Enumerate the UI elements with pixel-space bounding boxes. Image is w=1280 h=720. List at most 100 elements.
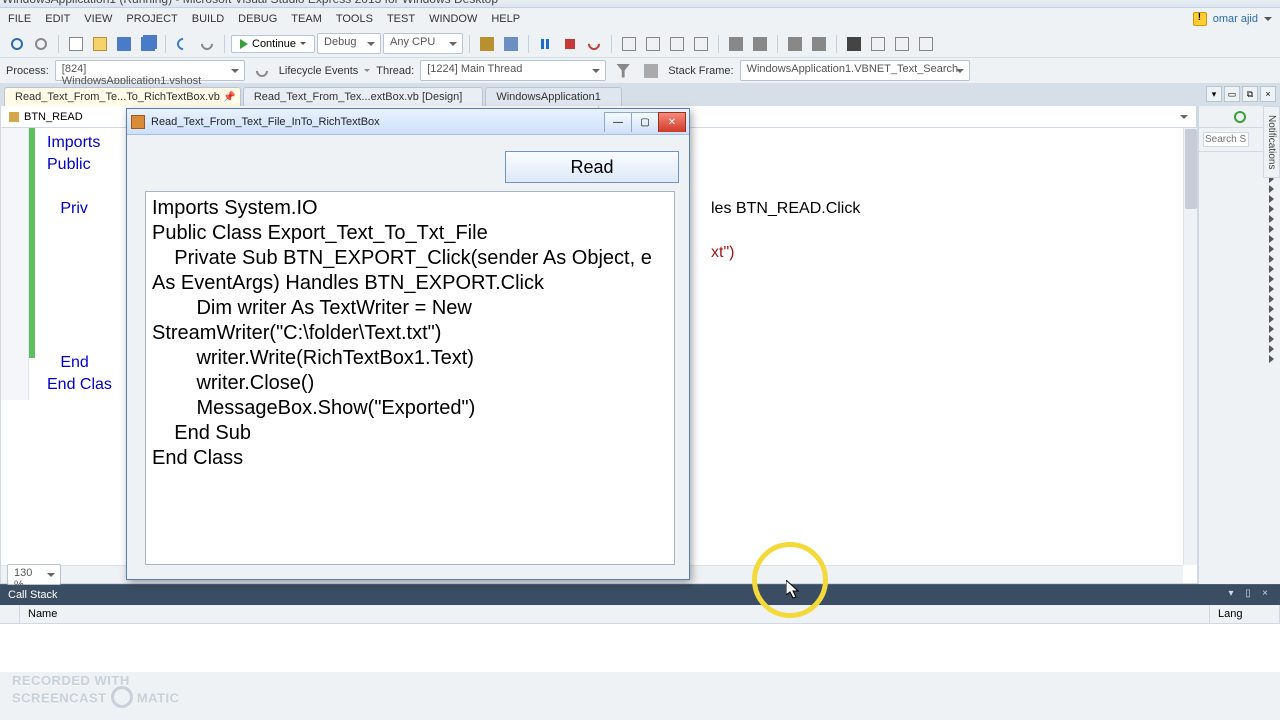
tree-node[interactable] (1199, 314, 1280, 324)
solution-tree[interactable] (1199, 152, 1280, 584)
account-user[interactable]: omar ajid (1193, 12, 1272, 26)
tree-node[interactable] (1199, 204, 1280, 214)
tool-button[interactable] (891, 33, 913, 55)
home-icon[interactable] (1229, 106, 1251, 128)
rich-text-box[interactable]: Imports System.IO Public Class Export_Te… (145, 191, 675, 565)
chevron-right-icon (1269, 355, 1274, 363)
tool-button[interactable] (725, 33, 747, 55)
tab-maximize[interactable]: ▭ (1224, 86, 1240, 102)
tab-dropdown[interactable]: ▾ (1206, 86, 1222, 102)
menu-project[interactable]: PROJECT (126, 13, 177, 25)
tool-button[interactable] (915, 33, 937, 55)
nav-fwd-button[interactable] (30, 33, 52, 55)
menu-team[interactable]: TEAM (291, 13, 322, 25)
tool-button[interactable] (808, 33, 830, 55)
platform-dropdown[interactable]: Any CPU (383, 33, 463, 54)
tree-node[interactable] (1199, 234, 1280, 244)
tool-button[interactable] (843, 33, 865, 55)
tree-node[interactable] (1199, 324, 1280, 334)
menu-test[interactable]: TEST (387, 13, 415, 25)
minimize-button[interactable]: — (604, 112, 632, 132)
search-input[interactable] (1203, 132, 1249, 147)
chevron-right-icon (1269, 295, 1274, 303)
tool-button[interactable] (749, 33, 771, 55)
dropdown-icon[interactable]: ▾ (1224, 588, 1238, 602)
lifecycle-icon[interactable] (251, 60, 273, 82)
scroll-thumb[interactable] (1185, 129, 1197, 209)
step-button[interactable] (666, 33, 688, 55)
tree-node[interactable] (1199, 224, 1280, 234)
restart-button[interactable] (583, 33, 605, 55)
menu-debug[interactable]: DEBUG (238, 13, 277, 25)
tree-node[interactable] (1199, 264, 1280, 274)
stackframe-dropdown[interactable]: WindowsApplication1.VBNET_Text_Search (740, 60, 970, 81)
open-button[interactable] (89, 33, 111, 55)
menu-build[interactable]: BUILD (192, 13, 224, 25)
tree-node[interactable] (1199, 214, 1280, 224)
close-icon[interactable]: × (1258, 588, 1272, 602)
menu-view[interactable]: VIEW (84, 13, 112, 25)
zoom-dropdown[interactable]: 130 % (7, 564, 61, 585)
menu-window[interactable]: WINDOW (429, 13, 477, 25)
tab-design[interactable]: Read_Text_From_Tex...extBox.vb [Design] (243, 87, 483, 106)
menu-edit[interactable]: EDIT (45, 13, 70, 25)
pin-icon[interactable]: 📌 (223, 92, 235, 103)
close-button[interactable]: ✕ (658, 112, 686, 132)
tree-node[interactable] (1199, 334, 1280, 344)
col-name[interactable]: Name (20, 605, 1210, 623)
tool-button[interactable] (476, 33, 498, 55)
process-dropdown[interactable]: [824] WindowsApplication1.vshost (55, 60, 245, 81)
tab-code[interactable]: Read_Text_From_Te...To_RichTextBox.vb 📌 … (4, 87, 241, 106)
nav-back-button[interactable] (6, 33, 28, 55)
tool-button[interactable] (867, 33, 889, 55)
tree-node[interactable] (1199, 244, 1280, 254)
editor-scrollbar[interactable] (1183, 128, 1197, 565)
tool-button[interactable] (784, 33, 806, 55)
undo-button[interactable] (172, 33, 194, 55)
tab-close[interactable]: × (1260, 86, 1276, 102)
continue-button[interactable]: Continue (231, 35, 315, 53)
menu-file[interactable]: FILE (8, 13, 31, 25)
tree-node[interactable] (1199, 294, 1280, 304)
menu-help[interactable]: HELP (491, 13, 520, 25)
filter2-icon[interactable] (640, 60, 662, 82)
tree-node[interactable] (1199, 194, 1280, 204)
tab-app[interactable]: WindowsApplication1 (485, 87, 622, 106)
step-button[interactable] (618, 33, 640, 55)
tree-node[interactable] (1199, 184, 1280, 194)
watermark-line2b: MATIC (137, 690, 180, 705)
tree-node[interactable] (1199, 304, 1280, 314)
save-all-button[interactable] (137, 33, 159, 55)
step-button[interactable] (690, 33, 712, 55)
thread-dropdown[interactable]: [1224] Main Thread (420, 60, 606, 81)
tree-node[interactable] (1199, 284, 1280, 294)
notifications-tab[interactable]: Notifications (1263, 106, 1280, 178)
tree-node[interactable] (1199, 254, 1280, 264)
stop-button[interactable] (559, 33, 581, 55)
maximize-button[interactable]: ▢ (631, 112, 659, 132)
tab-float[interactable]: ⧉ (1242, 86, 1258, 102)
pin-icon[interactable]: ▯ (1241, 588, 1255, 602)
config-dropdown[interactable]: Debug (317, 33, 381, 54)
chevron-down-icon[interactable] (364, 69, 370, 75)
tree-node[interactable] (1199, 344, 1280, 354)
app-title: WindowsApplication1 (Running) - Microsof… (2, 0, 498, 6)
pause-button[interactable] (535, 33, 557, 55)
redo-button[interactable] (196, 33, 218, 55)
app-window-titlebar[interactable]: Read_Text_From_Text_File_InTo_RichTextBo… (127, 109, 689, 135)
filter-icon[interactable] (612, 60, 634, 82)
callstack-body[interactable] (0, 624, 1280, 672)
tree-node[interactable] (1199, 274, 1280, 284)
read-button[interactable]: Read (505, 151, 679, 183)
menu-tools[interactable]: TOOLS (336, 13, 373, 25)
col-lang[interactable]: Lang (1210, 605, 1280, 623)
chevron-down-icon (300, 42, 306, 48)
col-icon[interactable] (0, 605, 20, 623)
new-project-button[interactable] (65, 33, 87, 55)
step-button[interactable] (642, 33, 664, 55)
cube-icon (9, 112, 19, 122)
tree-node[interactable] (1199, 354, 1280, 364)
watermark: RECORDED WITH SCREENCAST MATIC (12, 674, 180, 710)
save-button[interactable] (113, 33, 135, 55)
tool-button[interactable] (500, 33, 522, 55)
